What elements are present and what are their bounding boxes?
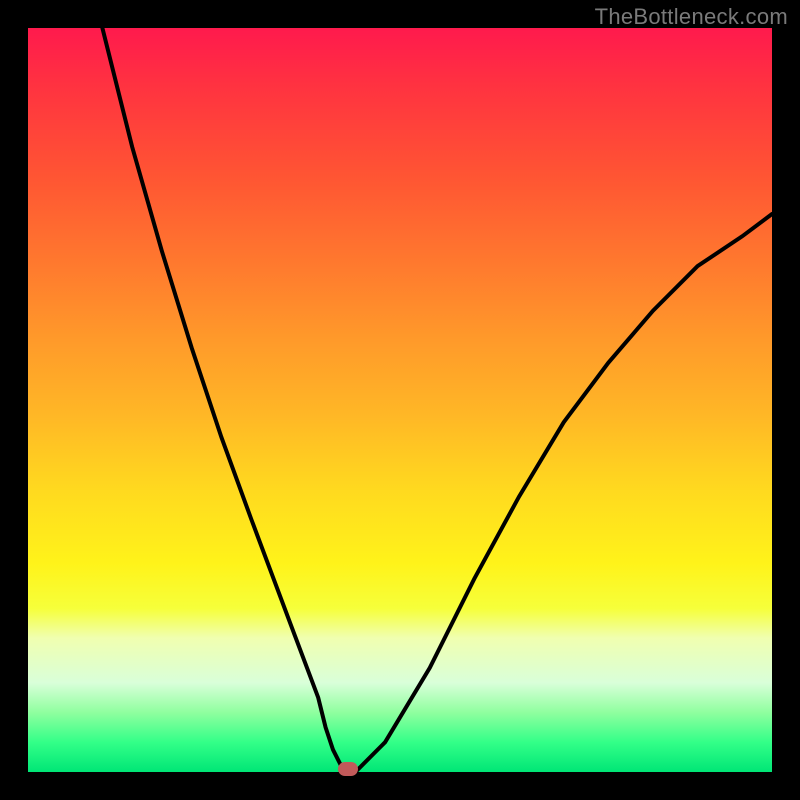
optimum-marker [338, 762, 358, 776]
chart-frame: TheBottleneck.com [0, 0, 800, 800]
bottleneck-curve [28, 28, 772, 772]
chart-plot-area [28, 28, 772, 772]
watermark-text: TheBottleneck.com [595, 4, 788, 30]
